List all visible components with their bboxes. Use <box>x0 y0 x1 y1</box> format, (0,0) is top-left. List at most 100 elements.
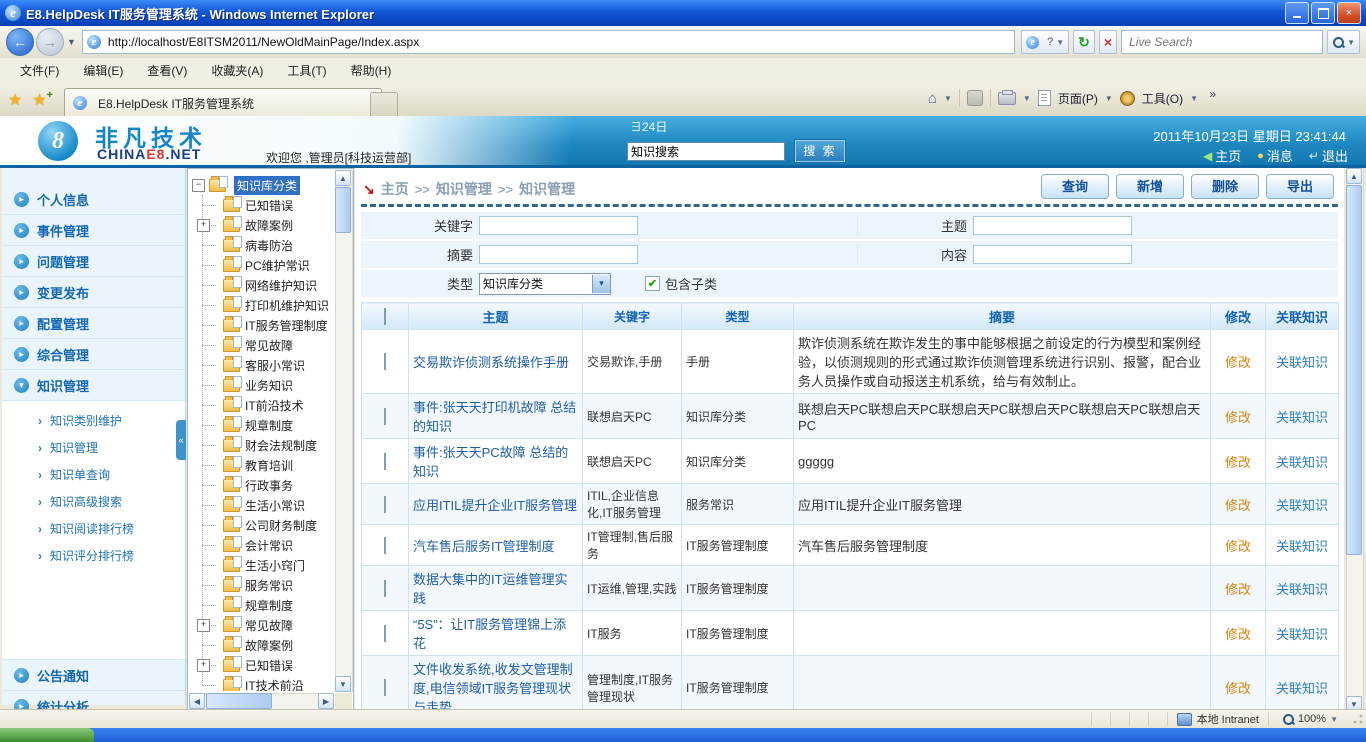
home-dropdown-icon[interactable]: ▼ <box>944 94 952 103</box>
stop-button[interactable]: × <box>1099 30 1117 54</box>
tree-node[interactable]: 生活小常识 <box>197 495 333 515</box>
topic-input[interactable] <box>973 216 1132 235</box>
edit-link[interactable]: 修改 <box>1225 582 1251 597</box>
scroll-thumb[interactable] <box>1346 185 1362 555</box>
forward-button[interactable]: → <box>36 28 64 56</box>
sidebar-collapse-handle[interactable]: « <box>176 420 186 460</box>
tree-node[interactable]: 规章制度 <box>197 415 333 435</box>
content-input[interactable] <box>973 245 1132 264</box>
active-tab[interactable]: e E8.HelpDesk IT服务管理系统 <box>64 88 382 117</box>
tree-node[interactable]: 常见故障 <box>197 335 333 355</box>
tree-expand-icon[interactable]: + <box>197 659 210 672</box>
scroll-up-button[interactable]: ▲ <box>1346 168 1362 184</box>
edit-link[interactable]: 修改 <box>1225 681 1251 696</box>
tree-node[interactable]: + 已知错误 <box>197 655 333 675</box>
scroll-right-button[interactable]: ▶ <box>318 693 334 709</box>
row-checkbox[interactable] <box>384 496 386 513</box>
tree-node[interactable]: 业务知识 <box>197 375 333 395</box>
edit-link[interactable]: 修改 <box>1225 627 1251 642</box>
summary-input[interactable] <box>479 245 638 264</box>
tree-node[interactable]: 客服小常识 <box>197 355 333 375</box>
row-checkbox[interactable] <box>384 679 386 696</box>
scroll-left-button[interactable]: ◀ <box>189 693 205 709</box>
scroll-thumb[interactable] <box>206 693 272 709</box>
scroll-thumb[interactable] <box>335 187 351 233</box>
main-vertical-scrollbar[interactable]: ▲ ▼ <box>1346 168 1363 712</box>
action-button[interactable]: 新增 <box>1116 174 1184 199</box>
sidebar-item[interactable]: ▸ 公告通知 <box>2 660 185 691</box>
zoom-dropdown-icon[interactable]: ▼ <box>1330 715 1338 724</box>
row-checkbox[interactable] <box>384 353 386 370</box>
knowledge-search-button[interactable]: 搜 索 <box>795 140 845 162</box>
tree-node[interactable]: 教育培训 <box>197 455 333 475</box>
menu-item[interactable]: 查看(V) <box>135 59 199 82</box>
messages-link[interactable]: ●消息 <box>1257 146 1293 165</box>
tree-node[interactable]: IT前沿技术 <box>197 395 333 415</box>
tree-horizontal-scrollbar[interactable]: ◀ ▶ <box>189 693 334 710</box>
topic-link[interactable]: 文件收发系统,收发文管理制度,电信领域IT服务管理现状与走势 <box>413 662 573 712</box>
tree-node[interactable]: PC维护常识 <box>197 255 333 275</box>
related-knowledge-link[interactable]: 关联知识 <box>1276 539 1328 554</box>
tree-expand-icon[interactable]: + <box>197 219 210 232</box>
close-button[interactable]: × <box>1337 2 1361 24</box>
topic-link[interactable]: 交易欺诈侦测系统操作手册 <box>413 355 569 370</box>
resize-grip[interactable] <box>1352 713 1364 725</box>
menu-item[interactable]: 收藏夹(A) <box>199 59 275 82</box>
menu-item[interactable]: 文件(F) <box>8 59 71 82</box>
related-knowledge-link[interactable]: 关联知识 <box>1276 627 1328 642</box>
related-knowledge-link[interactable]: 关联知识 <box>1276 681 1328 696</box>
search-go-button[interactable]: ▼ <box>1327 30 1360 54</box>
tree-node[interactable]: + 常见故障 <box>197 615 333 635</box>
scroll-down-button[interactable]: ▼ <box>335 676 351 692</box>
action-button[interactable]: 导出 <box>1266 174 1334 199</box>
sidebar-item[interactable]: ▸ 事件管理 <box>2 215 185 246</box>
sidebar-item[interactable]: ▸ 问题管理 <box>2 246 185 277</box>
row-checkbox[interactable] <box>384 408 386 425</box>
home-link[interactable]: ◀主页 <box>1203 146 1241 165</box>
minimize-button[interactable] <box>1285 2 1309 24</box>
select-all-checkbox[interactable] <box>384 308 386 325</box>
topic-link[interactable]: 事件:张天天PC故障 总结的知识 <box>413 445 568 479</box>
refresh-button[interactable]: ↻ <box>1073 30 1095 54</box>
menu-item[interactable]: 帮助(H) <box>339 59 404 82</box>
sidebar-item[interactable]: ▸ 个人信息 <box>2 184 185 215</box>
toolbar-overflow-chevron[interactable]: » <box>1209 87 1216 101</box>
tree-node[interactable]: 病毒防治 <box>197 235 333 255</box>
sidebar-subitem[interactable]: › 知识高级搜索 <box>2 488 185 515</box>
related-knowledge-link[interactable]: 关联知识 <box>1276 582 1328 597</box>
row-checkbox[interactable] <box>384 580 386 597</box>
sidebar-subitem[interactable]: › 知识类别维护 <box>2 407 185 434</box>
edit-link[interactable]: 修改 <box>1225 355 1251 370</box>
scroll-track[interactable] <box>335 170 353 692</box>
related-knowledge-link[interactable]: 关联知识 <box>1276 455 1328 470</box>
row-checkbox[interactable] <box>384 537 386 554</box>
tree-node[interactable]: 生活小窍门 <box>197 555 333 575</box>
tree-root[interactable]: − 知识库分类 <box>192 175 333 195</box>
add-favorite-button[interactable]: ★ <box>32 90 52 110</box>
tree-node[interactable]: IT技术前沿 <box>197 675 333 691</box>
sidebar-item[interactable]: ▸ 变更发布 <box>2 277 185 308</box>
related-knowledge-link[interactable]: 关联知识 <box>1276 498 1328 513</box>
tree-node[interactable]: 财会法规制度 <box>197 435 333 455</box>
start-button[interactable] <box>0 728 94 742</box>
tree-node[interactable]: 网络维护知识 <box>197 275 333 295</box>
edit-link[interactable]: 修改 <box>1225 455 1251 470</box>
sidebar-subitem[interactable]: › 知识单查询 <box>2 461 185 488</box>
topic-link[interactable]: “5S”：让IT服务管理锦上添花 <box>413 617 566 651</box>
print-dropdown-icon[interactable]: ▼ <box>1023 94 1031 103</box>
edit-link[interactable]: 修改 <box>1225 539 1251 554</box>
breadcrumb-module[interactable]: 知识管理 <box>436 179 492 199</box>
include-subclass-checkbox[interactable]: ✔ <box>645 276 660 291</box>
sidebar-subitem[interactable]: › 知识管理 <box>2 434 185 461</box>
live-search-input[interactable] <box>1127 34 1317 50</box>
back-button[interactable]: ← <box>6 28 34 56</box>
breadcrumb-page[interactable]: 知识管理 <box>519 179 575 199</box>
sidebar-subitem[interactable]: › 知识评分排行榜 <box>2 542 185 569</box>
tree-node[interactable]: 规章制度 <box>197 595 333 615</box>
type-select[interactable]: 知识库分类 ▾ <box>479 273 611 295</box>
sidebar-item[interactable]: ▸ 配置管理 <box>2 308 185 339</box>
action-button[interactable]: 删除 <box>1191 174 1259 199</box>
tree-collapse-icon[interactable]: − <box>192 179 205 192</box>
feeds-icon[interactable] <box>967 90 983 106</box>
row-checkbox[interactable] <box>384 453 386 470</box>
